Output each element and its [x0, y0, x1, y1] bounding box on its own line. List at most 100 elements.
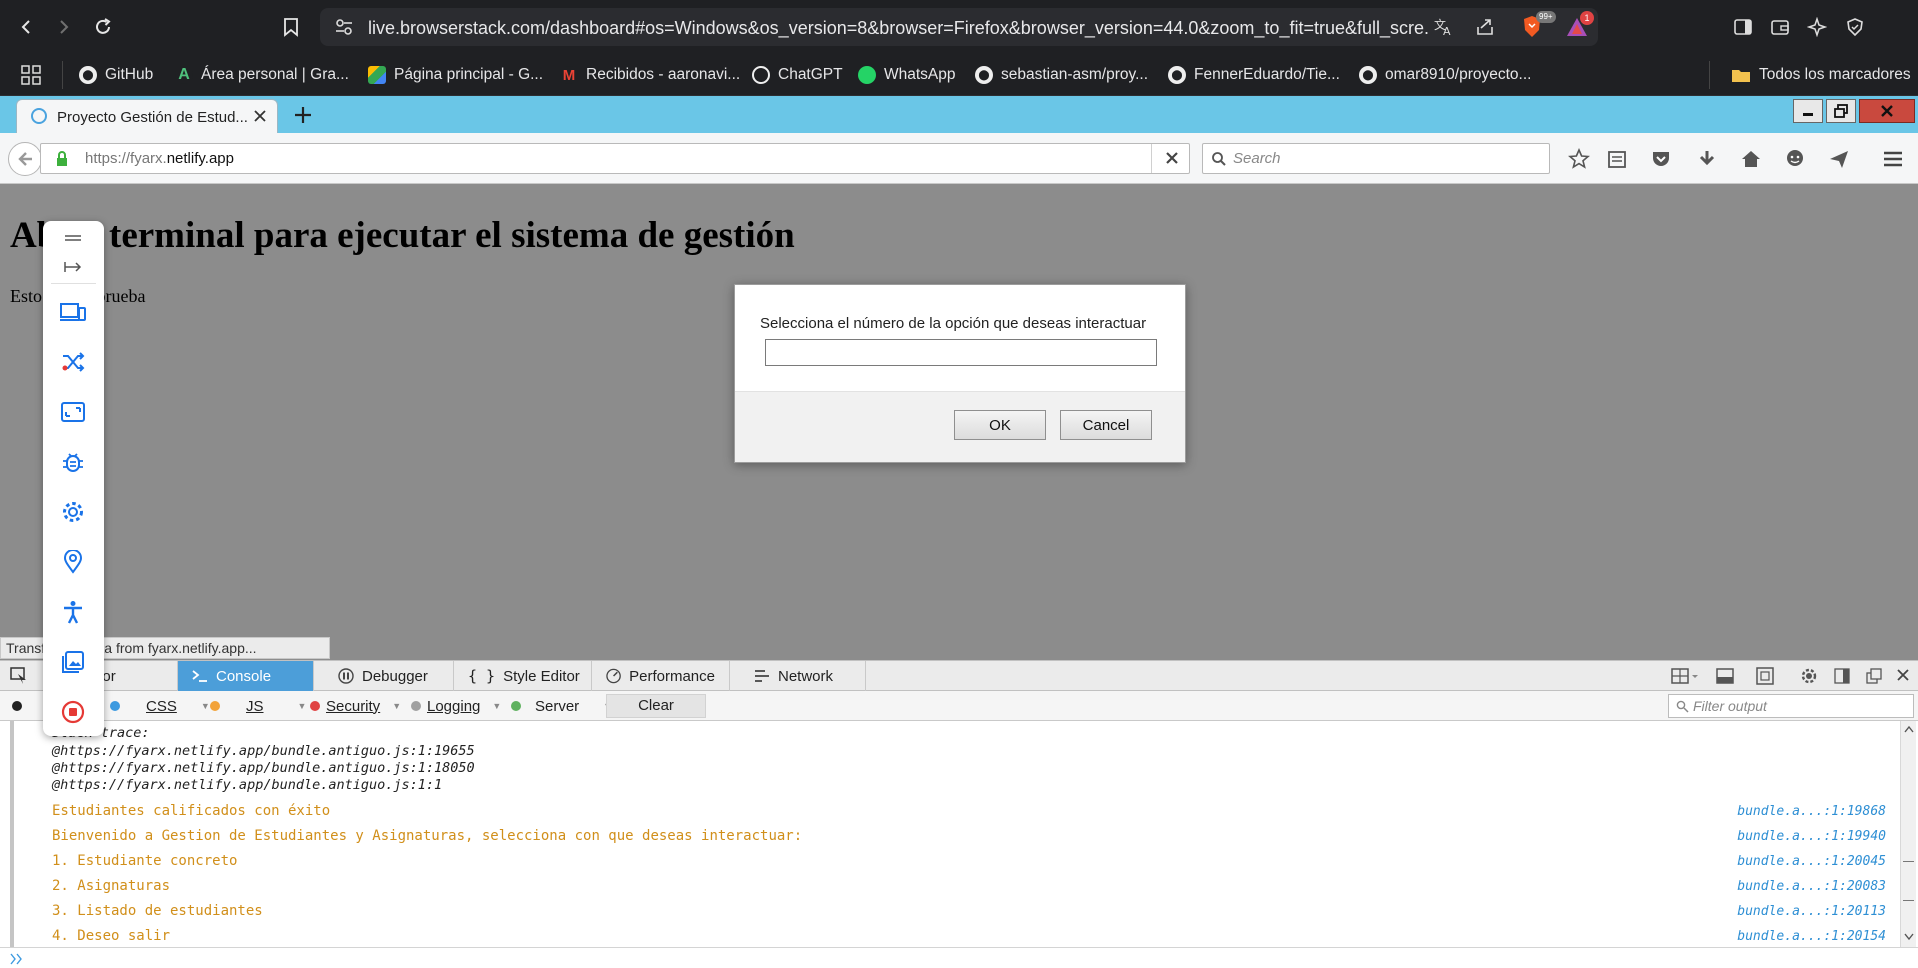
pocket-icon[interactable]: [1648, 147, 1674, 171]
bookmark-label: omar8910/proyecto...: [1385, 66, 1532, 83]
source-link[interactable]: bundle.a...:1:20154: [1737, 929, 1886, 944]
bookmark-fenner[interactable]: ⬤ FennerEduardo/Tie...: [1168, 62, 1340, 88]
close-devtools-icon[interactable]: [1896, 668, 1910, 682]
ff-url-bar[interactable]: https://fyarx.netlify.app: [40, 143, 1190, 174]
screenshot-gallery-icon[interactable]: [55, 645, 91, 679]
close-window-button[interactable]: [1859, 99, 1915, 123]
shuffle-icon[interactable]: [55, 345, 91, 379]
source-link[interactable]: bundle.a...:1:19940: [1737, 829, 1886, 844]
source-link[interactable]: bundle.a...:1:19868: [1737, 804, 1886, 819]
logging-dot-icon: [411, 701, 421, 711]
undock-icon[interactable]: [1866, 668, 1882, 684]
tab-console[interactable]: Console: [178, 661, 314, 691]
bookmark-google-drive[interactable]: Página principal - G...: [368, 62, 543, 88]
sidebar-button[interactable]: [1728, 12, 1758, 42]
element-picker-icon[interactable]: [10, 667, 28, 685]
reading-list-icon[interactable]: [1604, 147, 1630, 171]
filter-security[interactable]: Security ▼: [310, 696, 401, 716]
console-input[interactable]: [0, 947, 1918, 968]
translate-icon[interactable]: 文A: [1433, 17, 1455, 37]
tab-label: Console: [216, 667, 272, 685]
layout-toggle-icon[interactable]: [1671, 667, 1699, 685]
log-line: 4. Deseo salir: [52, 928, 171, 944]
send-icon[interactable]: [1826, 147, 1852, 171]
scroll-thumb[interactable]: [1903, 861, 1914, 901]
settings-icon[interactable]: [55, 495, 91, 529]
js-dot-icon: [210, 701, 220, 711]
console-scrollbar[interactable]: [1900, 721, 1916, 947]
switch-browser-icon[interactable]: [55, 295, 91, 329]
apps-grid-icon[interactable]: [20, 64, 42, 86]
filter-css[interactable]: CSS ▼: [110, 696, 210, 716]
share-icon[interactable]: [1475, 17, 1495, 37]
filter-js[interactable]: JS ▼: [210, 696, 306, 716]
site-settings-icon[interactable]: [334, 17, 354, 37]
url-domain: netlify.app: [166, 150, 234, 167]
tab-performance[interactable]: Performance: [592, 661, 730, 691]
filter-server[interactable]: Server▼: [511, 696, 612, 716]
log-line: Bienvenido a Gestion de Estudiantes y As…: [52, 828, 803, 844]
forward-button[interactable]: [48, 12, 78, 42]
filter-output-input[interactable]: Filter output: [1668, 694, 1914, 718]
bookmark-sebastian[interactable]: ⬤ sebastian-asm/proy...: [975, 62, 1148, 88]
divider: [1151, 144, 1152, 173]
folder-icon: [1732, 70, 1750, 82]
source-link[interactable]: bundle.a...:1:20083: [1737, 879, 1886, 894]
reload-button[interactable]: [88, 12, 118, 42]
new-tab-icon[interactable]: [292, 104, 314, 126]
tab-proyecto[interactable]: Proyecto Gestión de Estud...: [16, 99, 278, 133]
cancel-button[interactable]: Cancel: [1060, 410, 1152, 440]
close-tab-icon[interactable]: [252, 108, 268, 124]
accessibility-icon[interactable]: [55, 595, 91, 629]
hamburger-menu-icon[interactable]: [1880, 147, 1906, 171]
bookmark-github[interactable]: ⬤ GitHub: [79, 62, 153, 88]
all-bookmarks-folder[interactable]: Todos los marcadores: [1731, 62, 1911, 88]
home-icon[interactable]: [1738, 147, 1764, 171]
location-pin-icon[interactable]: [55, 545, 91, 579]
bookmark-star-icon[interactable]: [1566, 147, 1592, 171]
tab-debugger[interactable]: Debugger: [324, 661, 454, 691]
source-link[interactable]: bundle.a...:1:20113: [1737, 904, 1886, 919]
collapse-toolbar-icon[interactable]: [55, 255, 91, 279]
outer-address-bar[interactable]: live.browserstack.com/dashboard#os=Windo…: [320, 8, 1598, 46]
ok-button[interactable]: OK: [954, 410, 1046, 440]
tab-network[interactable]: Network: [740, 661, 866, 691]
prompt-input[interactable]: [765, 339, 1157, 366]
debug-bug-icon[interactable]: [55, 445, 91, 479]
bookmark-label: ChatGPT: [778, 66, 843, 83]
settings-gear-icon[interactable]: [1800, 667, 1818, 685]
wallet-button[interactable]: [1765, 12, 1795, 42]
trace-line[interactable]: @https://fyarx.netlify.app/bundle.antigu…: [52, 760, 475, 776]
source-link[interactable]: bundle.a...:1:20045: [1737, 854, 1886, 869]
restore-button[interactable]: [1826, 99, 1856, 123]
trace-line[interactable]: @https://fyarx.netlify.app/bundle.antigu…: [52, 743, 475, 759]
filter-logging[interactable]: Logging ▼: [411, 696, 501, 716]
filter-net[interactable]: [12, 696, 22, 716]
bookmark-gmail[interactable]: M Recibidos - aaronavi...: [560, 62, 740, 88]
dock-side-icon[interactable]: [1834, 668, 1850, 684]
bookmark-omar[interactable]: ⬤ omar8910/proyecto...: [1359, 62, 1531, 88]
bookmark-chatgpt[interactable]: ChatGPT: [752, 62, 843, 88]
split-console-icon[interactable]: [1716, 667, 1734, 685]
stop-session-icon[interactable]: [55, 695, 91, 729]
responsive-mode-icon[interactable]: [1756, 667, 1774, 685]
drag-handle-icon[interactable]: [55, 227, 91, 249]
trace-line[interactable]: @https://fyarx.netlify.app/bundle.antigu…: [52, 777, 442, 793]
url-prefix: https://fyarx.: [85, 150, 167, 167]
hello-chat-icon[interactable]: [1782, 147, 1808, 171]
back-button[interactable]: [12, 12, 42, 42]
bookmark-whatsapp[interactable]: WhatsApp: [858, 62, 956, 88]
fit-screen-icon[interactable]: [55, 395, 91, 429]
outer-browser-toolbar: live.browserstack.com/dashboard#os=Windo…: [0, 0, 1918, 54]
bookmark-page-button[interactable]: [276, 12, 306, 42]
ff-back-button[interactable]: [8, 142, 42, 176]
leo-ai-button[interactable]: [1802, 12, 1832, 42]
minimize-button[interactable]: [1793, 99, 1823, 123]
clear-button[interactable]: Clear: [606, 694, 706, 718]
tab-style-editor[interactable]: { } Style Editor: [454, 661, 592, 691]
stop-icon[interactable]: [1165, 151, 1179, 165]
bookmark-area-personal[interactable]: A Área personal | Gra...: [175, 62, 349, 88]
download-icon[interactable]: [1694, 147, 1720, 171]
vpn-button[interactable]: [1840, 12, 1870, 42]
ff-search-bar[interactable]: Search: [1202, 143, 1550, 174]
